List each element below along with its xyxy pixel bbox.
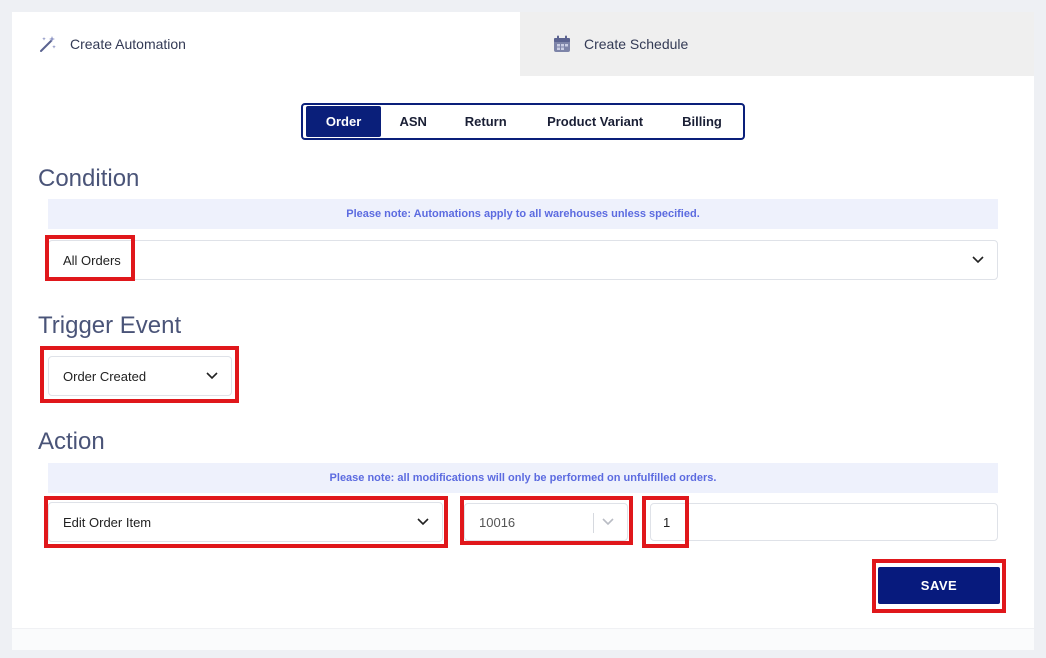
trigger-title: Trigger Event — [38, 312, 182, 339]
segment-asn[interactable]: ASN — [381, 106, 445, 137]
tab-create-schedule[interactable]: Create Schedule — [520, 12, 1034, 76]
card-footer-strip — [12, 628, 1034, 650]
highlight-action — [44, 496, 448, 548]
tab-create-schedule-label: Create Schedule — [584, 36, 689, 52]
segment-product-variant[interactable]: Product Variant — [526, 106, 664, 137]
highlight-item — [460, 496, 633, 545]
condition-title: Condition — [38, 165, 140, 192]
action-note: Please note: all modifications will only… — [48, 463, 998, 493]
condition-select[interactable]: All Orders — [48, 240, 998, 280]
highlight-condition — [45, 235, 135, 281]
entity-type-switch: Order ASN Return Product Variant Billing — [301, 103, 745, 140]
segment-order[interactable]: Order — [306, 106, 382, 137]
segment-billing[interactable]: Billing — [664, 106, 740, 137]
condition-note: Please note: Automations apply to all wa… — [48, 199, 998, 229]
quantity-input[interactable]: 1 — [650, 503, 998, 541]
tab-create-automation-label: Create Automation — [70, 36, 186, 52]
highlight-save — [872, 559, 1006, 613]
highlight-quantity — [642, 496, 689, 548]
segment-return[interactable]: Return — [445, 106, 526, 137]
action-title: Action — [38, 428, 105, 455]
calendar-icon — [552, 34, 572, 54]
highlight-trigger — [40, 346, 239, 403]
magic-wand-icon — [38, 34, 58, 54]
chevron-down-icon — [971, 253, 985, 267]
tab-create-automation[interactable]: Create Automation — [12, 12, 520, 76]
